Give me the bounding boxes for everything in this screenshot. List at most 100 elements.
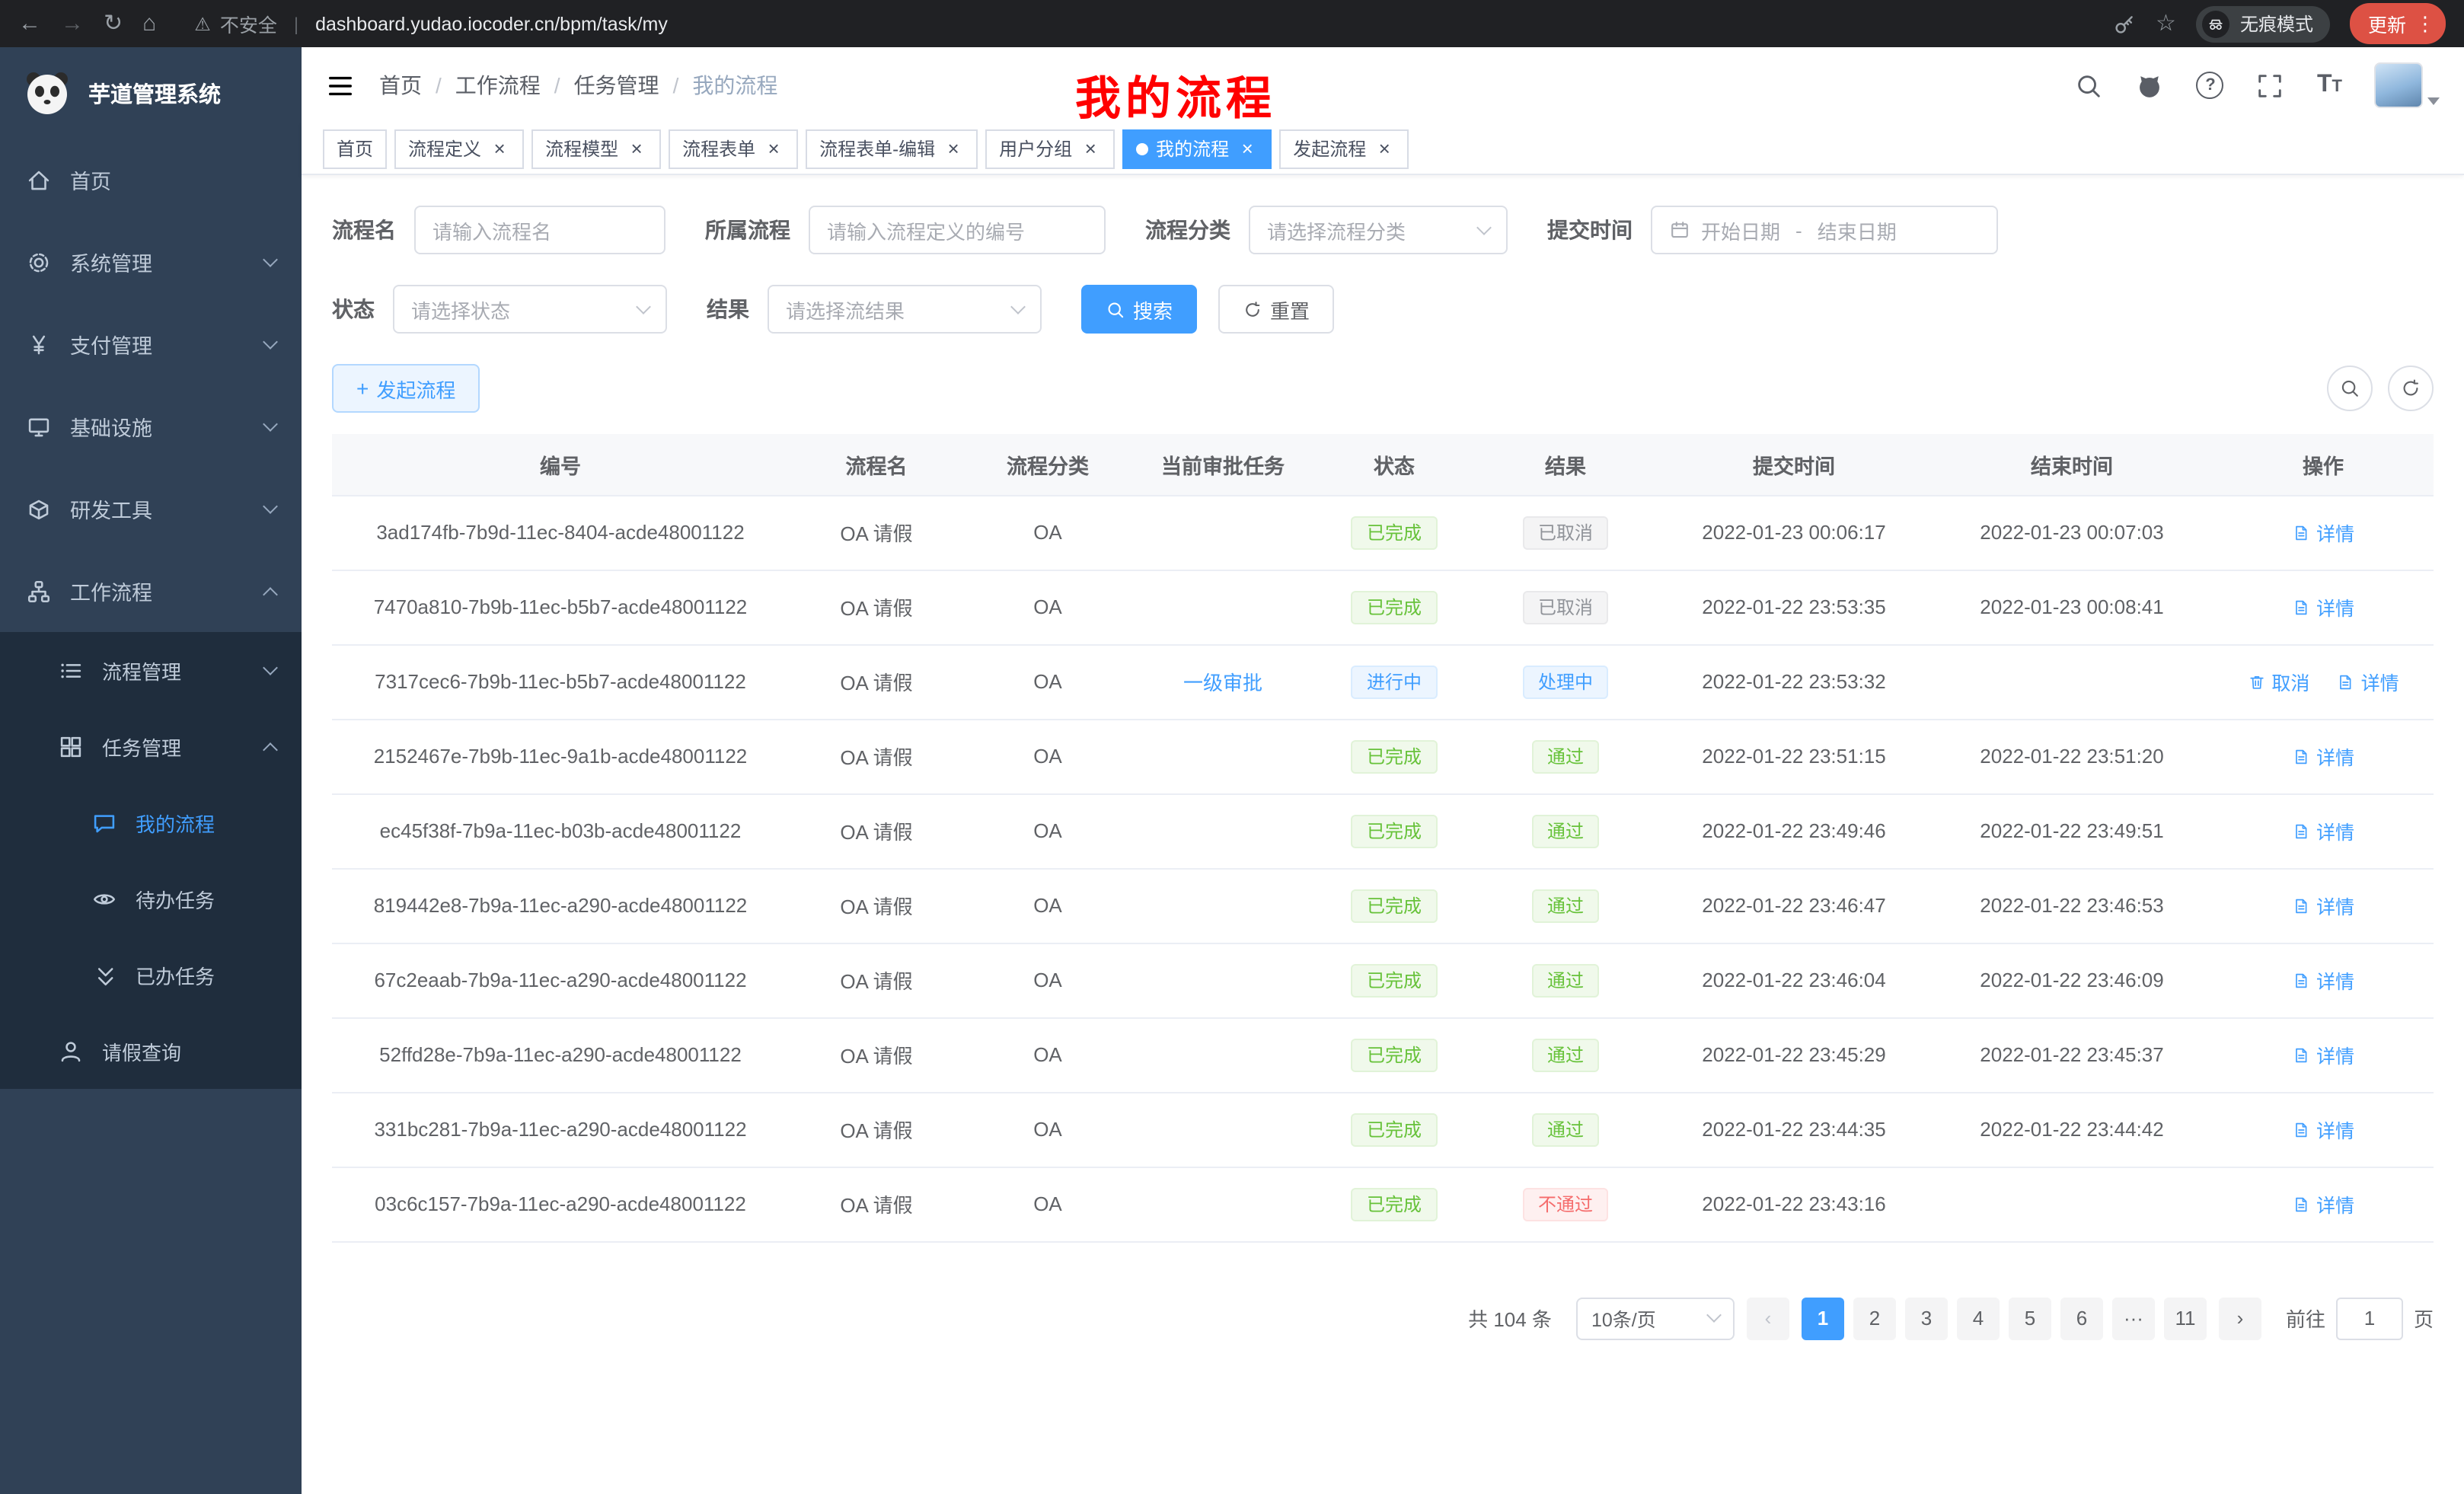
fullscreen-icon[interactable]: [2256, 71, 2285, 100]
cell-id: 67c2eaab-7b9a-11ec-a290-acde48001122: [332, 943, 789, 1017]
sidebar-item-done-tasks[interactable]: 已办任务: [0, 937, 302, 1013]
chevron-down-icon: [263, 334, 278, 350]
sidebar-item-my-process[interactable]: 我的流程: [0, 784, 302, 860]
view-tab[interactable]: 发起流程 ×: [1279, 129, 1409, 168]
chevron-down-icon: [1706, 1307, 1722, 1323]
page-number-button[interactable]: 2: [1853, 1297, 1896, 1339]
view-tab[interactable]: 用户分组 ×: [985, 129, 1115, 168]
kebab-menu-icon[interactable]: ⋮: [2415, 14, 2435, 34]
goto-unit: 页: [2414, 1304, 2434, 1333]
search-button-label: 搜索: [1133, 295, 1173, 324]
breadcrumb-task-management[interactable]: 任务管理: [574, 70, 659, 101]
next-page-button[interactable]: ›: [2219, 1297, 2261, 1339]
detail-button[interactable]: 详情: [2292, 518, 2354, 547]
placeholder: 请选择流结果: [786, 295, 905, 324]
detail-button[interactable]: 详情: [2292, 891, 2354, 920]
sidebar-item-workflow[interactable]: 工作流程: [0, 550, 302, 632]
close-tab-icon[interactable]: ×: [943, 138, 964, 159]
address-bar[interactable]: ⚠ 不安全 | dashboard.yudao.iocoder.cn/bpm/t…: [194, 9, 2092, 38]
sidebar-item-leave-query[interactable]: 请假查询: [0, 1013, 302, 1089]
result-select[interactable]: 请选择流结果: [768, 285, 1042, 334]
bookmark-star-icon[interactable]: ☆: [2156, 12, 2176, 35]
toggle-search-button[interactable]: [2327, 366, 2373, 411]
view-tab[interactable]: 流程表单-编辑 ×: [806, 129, 978, 168]
close-tab-icon[interactable]: ×: [1080, 138, 1101, 159]
result-badge: 处理中: [1523, 665, 1608, 698]
page-number-button[interactable]: 11: [2164, 1297, 2207, 1339]
detail-button[interactable]: 详情: [2292, 742, 2354, 771]
close-tab-icon[interactable]: ×: [1237, 138, 1258, 159]
page-number-button[interactable]: ···: [2112, 1297, 2155, 1339]
chevron-down-icon: [263, 252, 278, 267]
browser-actions: ☆ 无痕模式 更新 ⋮: [2111, 3, 2446, 44]
page-number-button[interactable]: 5: [2009, 1297, 2051, 1339]
user-avatar[interactable]: [2374, 62, 2423, 108]
page-number-button[interactable]: 1: [1802, 1297, 1844, 1339]
process-name-input[interactable]: 请输入流程名: [414, 206, 665, 254]
category-select[interactable]: 请选择流程分类: [1249, 206, 1508, 254]
col-header-submit-time: 提交时间: [1657, 434, 1931, 495]
forward-icon[interactable]: →: [61, 12, 84, 35]
detail-button[interactable]: 详情: [2337, 667, 2399, 696]
font-size-icon[interactable]: TT: [2317, 72, 2342, 99]
breadcrumb-workflow[interactable]: 工作流程: [455, 70, 541, 101]
view-tab[interactable]: 流程模型 ×: [531, 129, 661, 168]
refresh-table-button[interactable]: [2388, 366, 2434, 411]
search-icon[interactable]: [2075, 71, 2104, 100]
goto-page-input[interactable]: 1: [2336, 1297, 2403, 1339]
browser-update-button[interactable]: 更新 ⋮: [2350, 3, 2446, 44]
prev-page-button[interactable]: ‹: [1747, 1297, 1789, 1339]
detail-button[interactable]: 详情: [2292, 592, 2354, 621]
sidebar-item-home[interactable]: 首页: [0, 139, 302, 221]
menu-fold-icon[interactable]: [326, 71, 355, 100]
cancel-button[interactable]: 取消: [2247, 667, 2309, 696]
reload-icon[interactable]: ↻: [104, 12, 123, 35]
sidebar-item-process-management[interactable]: 流程管理: [0, 632, 302, 708]
sidebar-item-payment[interactable]: 支付管理: [0, 303, 302, 385]
close-tab-icon[interactable]: ×: [489, 138, 510, 159]
page-number-button[interactable]: 6: [2060, 1297, 2103, 1339]
page-size-select[interactable]: 10条/页: [1576, 1297, 1735, 1339]
detail-button[interactable]: 详情: [2292, 1189, 2354, 1218]
back-icon[interactable]: ←: [18, 12, 41, 35]
close-tab-icon[interactable]: ×: [626, 138, 647, 159]
result-badge: 不通过: [1523, 1187, 1608, 1221]
browser-home-icon[interactable]: ⌂: [142, 12, 156, 35]
current-task-link[interactable]: 一级审批: [1183, 672, 1262, 694]
detail-button[interactable]: 详情: [2292, 966, 2354, 994]
detail-button[interactable]: 详情: [2292, 1115, 2354, 1144]
detail-button[interactable]: 详情: [2292, 816, 2354, 845]
key-icon[interactable]: [2111, 11, 2136, 36]
sidebar-item-devtools[interactable]: 研发工具: [0, 468, 302, 550]
close-tab-icon[interactable]: ×: [1374, 138, 1395, 159]
start-process-button[interactable]: + 发起流程: [332, 364, 480, 413]
user-menu[interactable]: [2374, 62, 2440, 108]
reset-button[interactable]: 重置: [1218, 285, 1334, 334]
process-definition-input[interactable]: 请输入流程定义的编号: [809, 206, 1106, 254]
view-tab[interactable]: 流程表单 ×: [669, 129, 798, 168]
search-icon: [2339, 378, 2360, 399]
detail-label: 详情: [2316, 592, 2354, 621]
help-icon[interactable]: ?: [2197, 72, 2224, 99]
close-tab-icon[interactable]: ×: [763, 138, 784, 159]
breadcrumb-home[interactable]: 首页: [379, 70, 422, 101]
cell-result: 通过: [1474, 1017, 1657, 1092]
sidebar-item-infrastructure[interactable]: 基础设施: [0, 385, 302, 468]
search-button[interactable]: 搜索: [1081, 285, 1197, 334]
tab-label: 发起流程: [1293, 136, 1366, 161]
sidebar-item-system[interactable]: 系统管理: [0, 221, 302, 303]
table-row: 3ad174fb-7b9d-11ec-8404-acde48001122 OA …: [332, 495, 2434, 570]
page-number-button[interactable]: 3: [1905, 1297, 1948, 1339]
result-badge: 通过: [1532, 1038, 1599, 1071]
status-select[interactable]: 请选择状态: [393, 285, 667, 334]
sidebar-item-todo-tasks[interactable]: 待办任务: [0, 860, 302, 937]
page-number-button[interactable]: 4: [1957, 1297, 2000, 1339]
view-tab[interactable]: 我的流程 ×: [1122, 129, 1272, 168]
github-icon[interactable]: [2136, 71, 2165, 100]
app-title: 芋道管理系统: [88, 77, 221, 109]
view-tab[interactable]: 流程定义 ×: [394, 129, 524, 168]
sidebar-item-task-management[interactable]: 任务管理: [0, 708, 302, 784]
view-tab[interactable]: 首页: [323, 129, 387, 168]
detail-button[interactable]: 详情: [2292, 1040, 2354, 1069]
date-range-picker[interactable]: 开始日期 - 结束日期: [1651, 206, 1998, 254]
